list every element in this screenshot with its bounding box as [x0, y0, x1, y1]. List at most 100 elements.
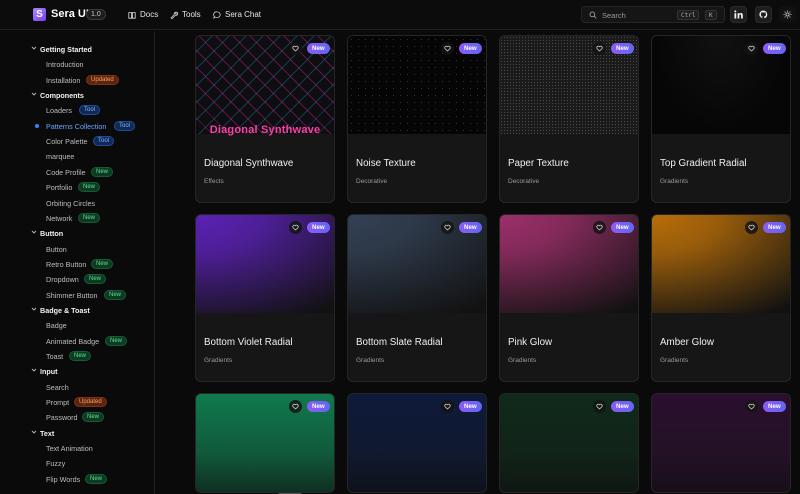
- sidebar-item[interactable]: Orbiting Circles: [0, 196, 154, 210]
- heart-icon: [292, 403, 299, 410]
- favorite-button[interactable]: [593, 221, 606, 234]
- sidebar-item-label: Code Profile: [46, 167, 86, 177]
- nav-sera-chat[interactable]: Sera Chat: [213, 10, 261, 19]
- favorite-button[interactable]: [441, 400, 454, 413]
- sidebar-item[interactable]: Button: [0, 242, 154, 256]
- sidebar-item-badge: New: [84, 274, 107, 285]
- sidebar-item[interactable]: Password New: [0, 410, 154, 424]
- pattern-card[interactable]: New: [499, 393, 639, 493]
- sidebar-item[interactable]: Patterns Collection Tool: [0, 119, 154, 133]
- sidebar-item[interactable]: Text Animation: [0, 441, 154, 455]
- card-title: Paper Texture: [508, 158, 569, 169]
- favorite-button[interactable]: [745, 400, 758, 413]
- pattern-card[interactable]: New Amber Glow Gradients: [651, 214, 791, 382]
- pattern-card[interactable]: New Top Gradient Radial Gradients: [651, 35, 791, 203]
- favorite-button[interactable]: [593, 400, 606, 413]
- sidebar-section-label: Badge & Toast: [40, 305, 90, 315]
- sidebar-item[interactable]: Network New: [0, 211, 154, 225]
- favorite-button[interactable]: [289, 42, 302, 55]
- favorite-button[interactable]: [289, 400, 302, 413]
- heart-icon: [444, 224, 451, 231]
- card-title: Top Gradient Radial: [660, 158, 747, 169]
- sidebar-item-label: Shimmer Button: [46, 290, 98, 300]
- pattern-card[interactable]: New: [347, 393, 487, 493]
- theme-toggle-button[interactable]: [779, 6, 796, 23]
- sidebar-item-label: Retro Button: [46, 259, 87, 269]
- new-badge: New: [459, 401, 482, 412]
- heart-icon: [748, 403, 755, 410]
- sidebar-item-badge: New: [78, 212, 101, 223]
- sidebar-item[interactable]: Loaders Tool: [0, 103, 154, 117]
- heart-icon: [748, 224, 755, 231]
- favorite-button[interactable]: [441, 42, 454, 55]
- card-category: Decorative: [356, 178, 388, 185]
- pattern-card[interactable]: Diagonal Synthwave New Diagonal Synthwave E…: [195, 35, 335, 203]
- sidebar-item[interactable]: Fuzzy: [0, 456, 154, 470]
- github-icon: [759, 10, 768, 19]
- pattern-card[interactable]: New Pink Glow Gradients: [499, 214, 639, 382]
- pattern-card[interactable]: New: [651, 393, 791, 493]
- favorite-button[interactable]: [593, 42, 606, 55]
- sidebar-item-label: Animated Badge: [46, 336, 100, 346]
- chat-icon: [213, 10, 221, 19]
- search-input[interactable]: Search Ctrl K: [581, 6, 725, 23]
- sidebar-item[interactable]: Installation Updated: [0, 73, 154, 87]
- sidebar-section-2[interactable]: Button: [0, 226, 154, 240]
- sidebar-item-label: Dropdown: [46, 275, 79, 285]
- sidebar-section-5[interactable]: Text: [0, 426, 154, 440]
- sidebar-item[interactable]: Shimmer Button New: [0, 288, 154, 302]
- new-badge: New: [459, 222, 482, 233]
- favorite-button[interactable]: [441, 221, 454, 234]
- sidebar-item[interactable]: Dropdown New: [0, 272, 154, 286]
- sidebar-item[interactable]: Color Palette Tool: [0, 134, 154, 148]
- new-badge: New: [611, 401, 634, 412]
- favorite-button[interactable]: [745, 42, 758, 55]
- sidebar-section-3[interactable]: Badge & Toast: [0, 303, 154, 317]
- github-button[interactable]: [755, 6, 772, 23]
- preview-text: Diagonal Synthwave: [209, 124, 321, 136]
- sidebar-item-badge: Tool: [93, 136, 115, 147]
- nav-tools-label: Tools: [182, 10, 201, 19]
- nav-sera-chat-label: Sera Chat: [225, 10, 262, 19]
- linkedin-button[interactable]: [730, 6, 747, 23]
- sera-logo-icon[interactable]: S: [33, 8, 46, 21]
- sidebar-item-badge: Tool: [114, 120, 136, 131]
- sidebar-item[interactable]: Portfolio New: [0, 180, 154, 194]
- sidebar-item[interactable]: Prompt Updated: [0, 395, 154, 409]
- heart-icon: [596, 403, 603, 410]
- sidebar-section-1[interactable]: Components: [0, 88, 154, 102]
- chevron-down-icon: [31, 230, 37, 234]
- pattern-card[interactable]: New Noise Texture Decorative: [347, 35, 487, 203]
- sidebar-item[interactable]: Search: [0, 380, 154, 394]
- pattern-card[interactable]: New: [195, 393, 335, 493]
- sidebar-item[interactable]: Flip Words New: [0, 472, 154, 486]
- sidebar-item[interactable]: Badge: [0, 318, 154, 332]
- heart-icon: [292, 45, 299, 52]
- sidebar-section-4[interactable]: Input: [0, 364, 154, 378]
- chevron-down-icon: [31, 369, 37, 372]
- shortcut-key-k: K: [705, 10, 717, 20]
- sidebar-item[interactable]: Retro Button New: [0, 257, 154, 271]
- sidebar-item[interactable]: Introduction: [0, 57, 154, 71]
- nav-docs[interactable]: Docs: [128, 10, 158, 19]
- brand-name[interactable]: Sera UI: [51, 8, 89, 20]
- pattern-card[interactable]: New Bottom Slate Radial Gradients: [347, 214, 487, 382]
- nav-tools[interactable]: Tools: [170, 10, 201, 19]
- card-title: Amber Glow: [660, 337, 714, 348]
- pattern-card[interactable]: New Paper Texture Decorative: [499, 35, 639, 203]
- sidebar-item[interactable]: marquee: [0, 149, 154, 163]
- card-category: Gradients: [204, 357, 233, 364]
- sidebar-item-label: Fuzzy: [46, 459, 66, 469]
- favorite-button[interactable]: [745, 221, 758, 234]
- active-indicator: [35, 123, 39, 128]
- pattern-card[interactable]: New Bottom Violet Radial Gradients: [195, 214, 335, 382]
- sidebar-item[interactable]: Animated Badge New: [0, 334, 154, 348]
- sidebar-section-label: Button: [40, 229, 64, 239]
- wrench-icon: [170, 11, 178, 19]
- sidebar-item-badge: New: [104, 289, 127, 300]
- favorite-button[interactable]: [289, 221, 302, 234]
- sidebar-item[interactable]: Code Profile New: [0, 165, 154, 179]
- sidebar-item-badge: New: [78, 182, 101, 193]
- sidebar-item[interactable]: Toast New: [0, 349, 154, 363]
- sidebar-section-0[interactable]: Getting Started: [0, 42, 154, 56]
